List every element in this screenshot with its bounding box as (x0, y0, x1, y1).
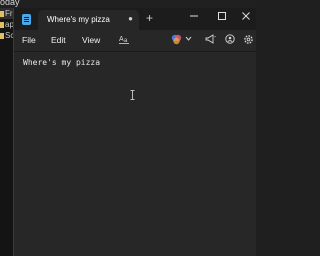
svg-text:a: a (124, 38, 128, 44)
background-app-label: oday (0, 0, 20, 7)
menu-bar: File Edit View Aa (14, 30, 256, 52)
background-app-sidebar: Fr ap Sc (0, 8, 13, 256)
background-sidebar-item[interactable]: Sc (0, 30, 13, 41)
background-app-header: oday (0, 0, 256, 8)
screen: oday Fr ap Sc Where's my pizza ● + File … (0, 0, 256, 256)
notepad-window: Where's my pizza ● + File Edit View Aa W… (13, 8, 256, 256)
minimize-icon (190, 15, 198, 17)
tab-document[interactable]: Where's my pizza ● (38, 10, 139, 30)
minimize-button[interactable] (182, 10, 206, 26)
folder-icon (0, 11, 4, 17)
background-sidebar-item[interactable]: ap (0, 19, 13, 30)
unsaved-dot-icon[interactable]: ● (126, 14, 135, 24)
title-bar[interactable]: Where's my pizza ● + (14, 8, 256, 30)
text-editor[interactable]: Where's my pizza (14, 52, 256, 256)
account-icon[interactable] (224, 34, 235, 47)
folder-icon (0, 33, 4, 39)
settings-icon[interactable] (242, 34, 254, 48)
text-format-icon[interactable]: Aa (118, 34, 130, 47)
close-button[interactable] (234, 10, 256, 26)
new-tab-button[interactable]: + (144, 12, 155, 24)
megaphone-icon[interactable] (204, 34, 216, 47)
maximize-button[interactable] (210, 10, 234, 26)
text-cursor-icon (130, 90, 135, 100)
background-sidebar-item[interactable]: Fr (0, 8, 13, 19)
copilot-icon[interactable] (170, 34, 182, 48)
chevron-down-icon[interactable] (184, 34, 192, 45)
menu-file[interactable]: File (22, 35, 36, 45)
close-icon (242, 12, 250, 20)
menu-view[interactable]: View (82, 35, 100, 45)
menu-edit[interactable]: Edit (51, 35, 66, 45)
tab-title: Where's my pizza (47, 15, 110, 24)
maximize-icon (218, 12, 226, 20)
editor-content[interactable]: Where's my pizza (23, 58, 100, 67)
notepad-icon (22, 14, 31, 25)
folder-icon (0, 22, 4, 28)
